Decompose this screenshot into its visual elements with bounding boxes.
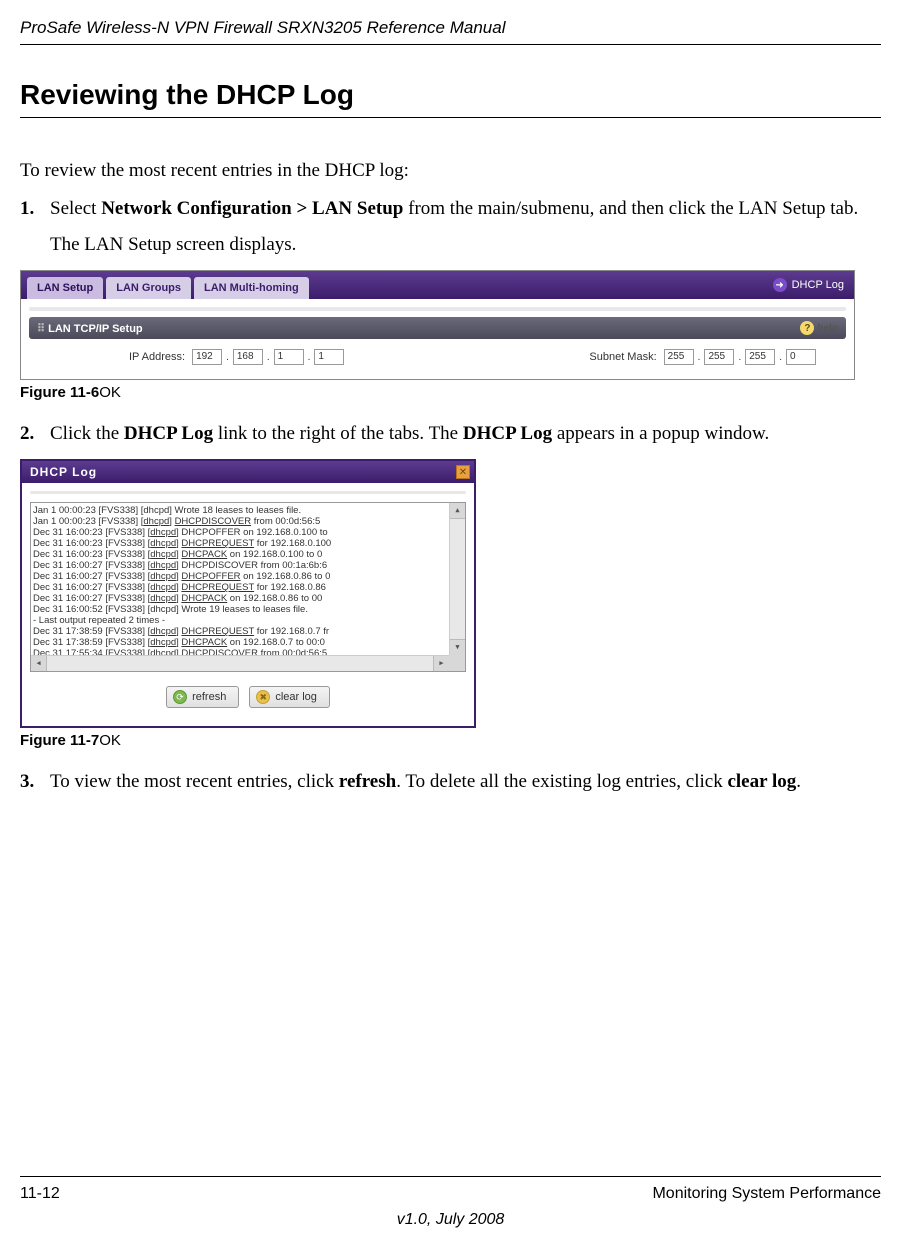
figure-status: OK	[99, 384, 121, 401]
scroll-left-icon[interactable]: ◀	[31, 656, 47, 671]
log-line: Dec 31 16:00:23 [FVS338] [dhcpd] DHCPREQ…	[33, 538, 447, 549]
step-number: 1.	[20, 198, 50, 220]
clear-label: clear log	[275, 691, 317, 703]
ip-octet-3[interactable]: 1	[274, 349, 304, 365]
log-line: Dec 31 16:00:27 [FVS338] [dhcpd] DHCPOFF…	[33, 571, 447, 582]
step1-suffix: from the main/submenu, and then click th…	[403, 198, 858, 219]
figure-11-7-caption: Figure 11-7OK	[20, 732, 881, 749]
step2-suffix: appears in a popup window.	[552, 423, 769, 444]
step2-bold2: DHCP Log	[463, 423, 552, 444]
step3-suffix: .	[796, 771, 801, 792]
step-body: Select Network Configuration > LAN Setup…	[50, 198, 881, 220]
step-2: 2. Click the DHCP Log link to the right …	[20, 423, 881, 445]
dhcp-log-link-label: DHCP Log	[792, 279, 844, 291]
log-line: Dec 31 16:00:23 [FVS338] [dhcpd] DHCPOFF…	[33, 527, 447, 538]
log-line: - Last output repeated 2 times -	[33, 615, 447, 626]
log-line: Dec 31 16:00:23 [FVS338] [dhcpd] DHCPACK…	[33, 549, 447, 560]
log-textarea[interactable]: Jan 1 00:00:23 [FVS338] [dhcpd] Wrote 18…	[30, 502, 466, 672]
step-number: 3.	[20, 771, 50, 793]
figure-11-6-caption: Figure 11-6OK	[20, 384, 881, 401]
step-number: 2.	[20, 423, 50, 445]
subnet-octet-2[interactable]: 255	[704, 349, 734, 365]
scroll-corner	[449, 655, 465, 671]
vertical-scrollbar[interactable]: ▲ ▼	[449, 503, 465, 655]
footer-version: v1.0, July 2008	[20, 1211, 881, 1229]
log-buttons-row: ⟳ refresh ✖ clear log	[30, 672, 466, 718]
help-icon: ?	[800, 321, 814, 335]
divider	[30, 491, 466, 494]
lan-section-title: ⠿ LAN TCP/IP Setup ?help	[29, 317, 846, 339]
manual-title: ProSafe Wireless-N VPN Firewall SRXN3205…	[20, 18, 881, 38]
dhcp-log-figure: DHCP Log ✕ Jan 1 00:00:23 [FVS338] [dhcp…	[20, 459, 476, 728]
page-number: 11-12	[20, 1185, 60, 1203]
step3-bold2: clear log	[727, 771, 796, 792]
ip-address-label: IP Address:	[129, 351, 185, 363]
help-wrap[interactable]: ?help	[800, 321, 838, 335]
refresh-icon: ⟳	[173, 690, 187, 704]
step-1: 1. Select Network Configuration > LAN Se…	[20, 198, 881, 220]
log-line: Jan 1 00:00:23 [FVS338] [dhcpd] DHCPDISC…	[33, 516, 447, 527]
step2-mid: link to the right of the tabs. The	[213, 423, 463, 444]
ip-octet-1[interactable]: 192	[192, 349, 222, 365]
tab-lan-groups[interactable]: LAN Groups	[106, 277, 191, 299]
dhcp-log-body: Jan 1 00:00:23 [FVS338] [dhcpd] Wrote 18…	[22, 483, 474, 726]
ip-address-group: IP Address: 192. 168. 1. 1	[129, 349, 344, 365]
clear-icon: ✖	[256, 690, 270, 704]
step2-prefix: Click the	[50, 423, 124, 444]
close-icon[interactable]: ✕	[456, 465, 470, 479]
tab-lan-multi-homing[interactable]: LAN Multi-homing	[194, 277, 309, 299]
log-content: Jan 1 00:00:23 [FVS338] [dhcpd] Wrote 18…	[31, 503, 449, 655]
log-line: Dec 31 16:00:27 [FVS338] [dhcpd] DHCPDIS…	[33, 560, 447, 571]
step-3: 3. To view the most recent entries, clic…	[20, 771, 881, 793]
log-line: Dec 31 16:00:52 [FVS338] [dhcpd] Wrote 1…	[33, 604, 447, 615]
subnet-mask-label: Subnet Mask:	[589, 351, 656, 363]
log-line: Dec 31 17:55:34 [FVS338] [dhcpd] DHCPDIS…	[33, 648, 447, 655]
figure-label: Figure 11-6	[20, 384, 99, 401]
scroll-down-icon[interactable]: ▼	[450, 639, 465, 655]
lan-fields-row: IP Address: 192. 168. 1. 1 Subnet Mask: …	[29, 339, 846, 369]
horizontal-scrollbar[interactable]: ◀ ▶	[31, 655, 449, 671]
step3-prefix: To view the most recent entries, click	[50, 771, 339, 792]
lan-tab-bar: LAN Setup LAN Groups LAN Multi-homing ➜ …	[21, 271, 854, 299]
scroll-up-icon[interactable]: ▲	[450, 503, 465, 519]
arrow-right-icon: ➜	[773, 278, 787, 292]
step3-mid: . To delete all the existing log entries…	[396, 771, 727, 792]
scroll-right-icon[interactable]: ▶	[433, 656, 449, 671]
dhcp-log-titlebar: DHCP Log ✕	[22, 461, 474, 483]
subnet-octet-3[interactable]: 255	[745, 349, 775, 365]
subnet-mask-group: Subnet Mask: 255. 255. 255. 0	[589, 349, 816, 365]
step1-prefix: Select	[50, 198, 101, 219]
clear-log-button[interactable]: ✖ clear log	[249, 686, 330, 708]
step2-bold1: DHCP Log	[124, 423, 213, 444]
step1-bold1: Network Configuration > LAN Setup	[101, 198, 403, 219]
dhcp-log-title: DHCP Log	[26, 465, 97, 479]
step1-subtext: The LAN Setup screen displays.	[50, 234, 881, 256]
log-line: Dec 31 17:38:59 [FVS338] [dhcpd] DHCPACK…	[33, 637, 447, 648]
help-text: help	[817, 323, 838, 334]
footer-section: Monitoring System Performance	[652, 1185, 881, 1203]
dhcp-log-link[interactable]: ➜ DHCP Log	[773, 278, 844, 292]
step-body: Click the DHCP Log link to the right of …	[50, 423, 881, 445]
section-heading: Reviewing the DHCP Log	[20, 45, 881, 118]
figure-status: OK	[99, 732, 121, 749]
subnet-octet-1[interactable]: 255	[664, 349, 694, 365]
lan-section-title-text: ⠿ LAN TCP/IP Setup	[37, 322, 143, 335]
log-line: Jan 1 00:00:23 [FVS338] [dhcpd] Wrote 18…	[33, 505, 447, 516]
log-line: Dec 31 16:00:27 [FVS338] [dhcpd] DHCPREQ…	[33, 582, 447, 593]
tab-lan-setup[interactable]: LAN Setup	[27, 277, 103, 299]
figure-label: Figure 11-7	[20, 732, 99, 749]
ip-octet-2[interactable]: 168	[233, 349, 263, 365]
log-line: Dec 31 17:38:59 [FVS338] [dhcpd] DHCPREQ…	[33, 626, 447, 637]
step3-bold1: refresh	[339, 771, 396, 792]
step-body: To view the most recent entries, click r…	[50, 771, 881, 793]
subnet-octet-4[interactable]: 0	[786, 349, 816, 365]
refresh-button[interactable]: ⟳ refresh	[166, 686, 239, 708]
refresh-label: refresh	[192, 691, 226, 703]
intro-text: To review the most recent entries in the…	[20, 160, 881, 182]
lan-setup-figure: LAN Setup LAN Groups LAN Multi-homing ➜ …	[20, 270, 855, 380]
page-footer: 11-12 Monitoring System Performance v1.0…	[20, 1176, 881, 1229]
log-line: Dec 31 16:00:27 [FVS338] [dhcpd] DHCPACK…	[33, 593, 447, 604]
lan-body: ⠿ LAN TCP/IP Setup ?help IP Address: 192…	[21, 299, 854, 379]
ip-octet-4[interactable]: 1	[314, 349, 344, 365]
